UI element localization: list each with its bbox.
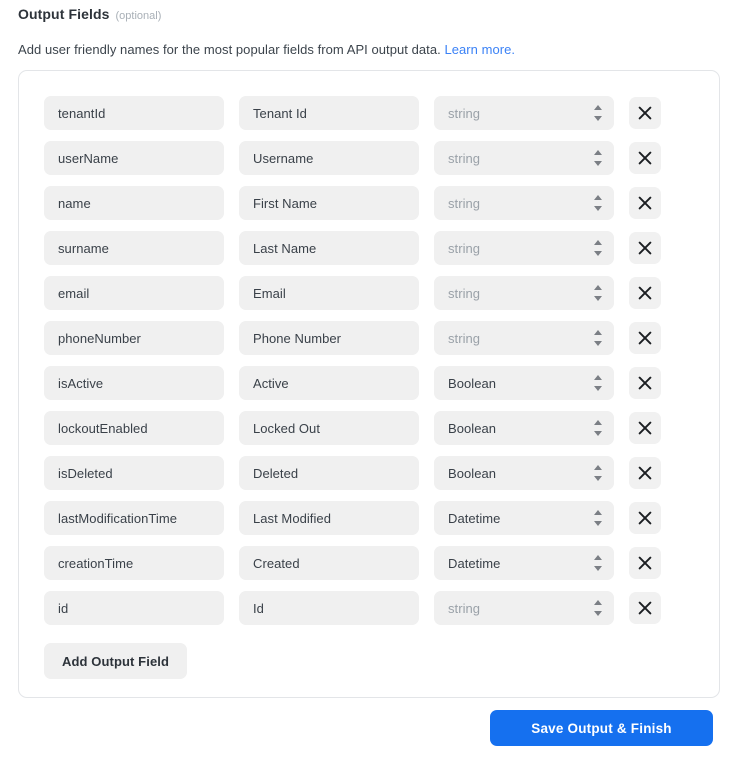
field-type-select[interactable]: stringBooleanDatetimeNumberObjectArray [434, 141, 614, 175]
close-icon [638, 466, 652, 480]
field-type-select-wrapper: stringBooleanDatetimeNumberObjectArray [434, 411, 614, 445]
output-field-row: stringBooleanDatetimeNumberObjectArray [44, 546, 661, 580]
close-icon [638, 151, 652, 165]
optional-tag: (optional) [115, 10, 162, 22]
display-name-input[interactable] [239, 456, 419, 490]
source-field-input[interactable] [44, 186, 224, 220]
field-type-select-wrapper: stringBooleanDatetimeNumberObjectArray [434, 501, 614, 535]
learn-more-link[interactable]: Learn more. [444, 42, 515, 57]
page-title: Output Fields [18, 6, 110, 22]
display-name-input[interactable] [239, 231, 419, 265]
source-field-input[interactable] [44, 501, 224, 535]
field-type-select[interactable]: stringBooleanDatetimeNumberObjectArray [434, 411, 614, 445]
close-icon [638, 106, 652, 120]
field-type-select[interactable]: stringBooleanDatetimeNumberObjectArray [434, 591, 614, 625]
display-name-input[interactable] [239, 411, 419, 445]
remove-field-button[interactable] [629, 142, 661, 174]
field-type-select-wrapper: stringBooleanDatetimeNumberObjectArray [434, 186, 614, 220]
remove-field-button[interactable] [629, 232, 661, 264]
section-description: Add user friendly names for the most pop… [18, 42, 515, 57]
remove-field-button[interactable] [629, 592, 661, 624]
output-fields-page: Output Fields (optional) Add user friend… [0, 0, 737, 759]
remove-field-button[interactable] [629, 457, 661, 489]
remove-field-button[interactable] [629, 412, 661, 444]
source-field-input[interactable] [44, 411, 224, 445]
output-fields-card: stringBooleanDatetimeNumberObjectArray st… [18, 70, 720, 698]
output-field-row: stringBooleanDatetimeNumberObjectArray [44, 321, 661, 355]
field-type-select[interactable]: stringBooleanDatetimeNumberObjectArray [434, 276, 614, 310]
output-fields-list: stringBooleanDatetimeNumberObjectArray st… [44, 96, 661, 679]
source-field-input[interactable] [44, 546, 224, 580]
display-name-input[interactable] [239, 366, 419, 400]
source-field-input[interactable] [44, 321, 224, 355]
field-type-select-wrapper: stringBooleanDatetimeNumberObjectArray [434, 366, 614, 400]
field-type-select-wrapper: stringBooleanDatetimeNumberObjectArray [434, 141, 614, 175]
source-field-input[interactable] [44, 231, 224, 265]
display-name-input[interactable] [239, 186, 419, 220]
source-field-input[interactable] [44, 276, 224, 310]
output-field-row: stringBooleanDatetimeNumberObjectArray [44, 276, 661, 310]
field-type-select-wrapper: stringBooleanDatetimeNumberObjectArray [434, 546, 614, 580]
display-name-input[interactable] [239, 276, 419, 310]
remove-field-button[interactable] [629, 367, 661, 399]
section-description-text: Add user friendly names for the most pop… [18, 42, 441, 57]
remove-field-button[interactable] [629, 97, 661, 129]
display-name-input[interactable] [239, 141, 419, 175]
display-name-input[interactable] [239, 546, 419, 580]
field-type-select[interactable]: stringBooleanDatetimeNumberObjectArray [434, 366, 614, 400]
close-icon [638, 421, 652, 435]
field-type-select-wrapper: stringBooleanDatetimeNumberObjectArray [434, 591, 614, 625]
field-type-select[interactable]: stringBooleanDatetimeNumberObjectArray [434, 546, 614, 580]
output-field-row: stringBooleanDatetimeNumberObjectArray [44, 591, 661, 625]
remove-field-button[interactable] [629, 187, 661, 219]
field-type-select[interactable]: stringBooleanDatetimeNumberObjectArray [434, 321, 614, 355]
close-icon [638, 376, 652, 390]
display-name-input[interactable] [239, 501, 419, 535]
remove-field-button[interactable] [629, 277, 661, 309]
display-name-input[interactable] [239, 96, 419, 130]
display-name-input[interactable] [239, 591, 419, 625]
field-type-select[interactable]: stringBooleanDatetimeNumberObjectArray [434, 96, 614, 130]
remove-field-button[interactable] [629, 547, 661, 579]
source-field-input[interactable] [44, 366, 224, 400]
field-type-select-wrapper: stringBooleanDatetimeNumberObjectArray [434, 96, 614, 130]
output-field-row: stringBooleanDatetimeNumberObjectArray [44, 456, 661, 490]
remove-field-button[interactable] [629, 322, 661, 354]
close-icon [638, 196, 652, 210]
section-header: Output Fields (optional) [18, 6, 161, 22]
source-field-input[interactable] [44, 96, 224, 130]
field-type-select[interactable]: stringBooleanDatetimeNumberObjectArray [434, 456, 614, 490]
field-type-select[interactable]: stringBooleanDatetimeNumberObjectArray [434, 186, 614, 220]
output-field-row: stringBooleanDatetimeNumberObjectArray [44, 501, 661, 535]
close-icon [638, 241, 652, 255]
close-icon [638, 331, 652, 345]
close-icon [638, 601, 652, 615]
field-type-select-wrapper: stringBooleanDatetimeNumberObjectArray [434, 276, 614, 310]
field-type-select-wrapper: stringBooleanDatetimeNumberObjectArray [434, 231, 614, 265]
close-icon [638, 556, 652, 570]
field-type-select-wrapper: stringBooleanDatetimeNumberObjectArray [434, 321, 614, 355]
source-field-input[interactable] [44, 141, 224, 175]
output-field-row: stringBooleanDatetimeNumberObjectArray [44, 141, 661, 175]
output-field-row: stringBooleanDatetimeNumberObjectArray [44, 231, 661, 265]
field-type-select[interactable]: stringBooleanDatetimeNumberObjectArray [434, 231, 614, 265]
close-icon [638, 286, 652, 300]
display-name-input[interactable] [239, 321, 419, 355]
field-type-select-wrapper: stringBooleanDatetimeNumberObjectArray [434, 456, 614, 490]
close-icon [638, 511, 652, 525]
add-output-field-button[interactable]: Add Output Field [44, 643, 188, 679]
source-field-input[interactable] [44, 591, 224, 625]
output-field-row: stringBooleanDatetimeNumberObjectArray [44, 411, 661, 445]
output-field-row: stringBooleanDatetimeNumberObjectArray [44, 186, 661, 220]
output-field-row: stringBooleanDatetimeNumberObjectArray [44, 96, 661, 130]
save-output-finish-button[interactable]: Save Output & Finish [490, 710, 713, 746]
source-field-input[interactable] [44, 456, 224, 490]
remove-field-button[interactable] [629, 502, 661, 534]
field-type-select[interactable]: stringBooleanDatetimeNumberObjectArray [434, 501, 614, 535]
output-field-row: stringBooleanDatetimeNumberObjectArray [44, 366, 661, 400]
